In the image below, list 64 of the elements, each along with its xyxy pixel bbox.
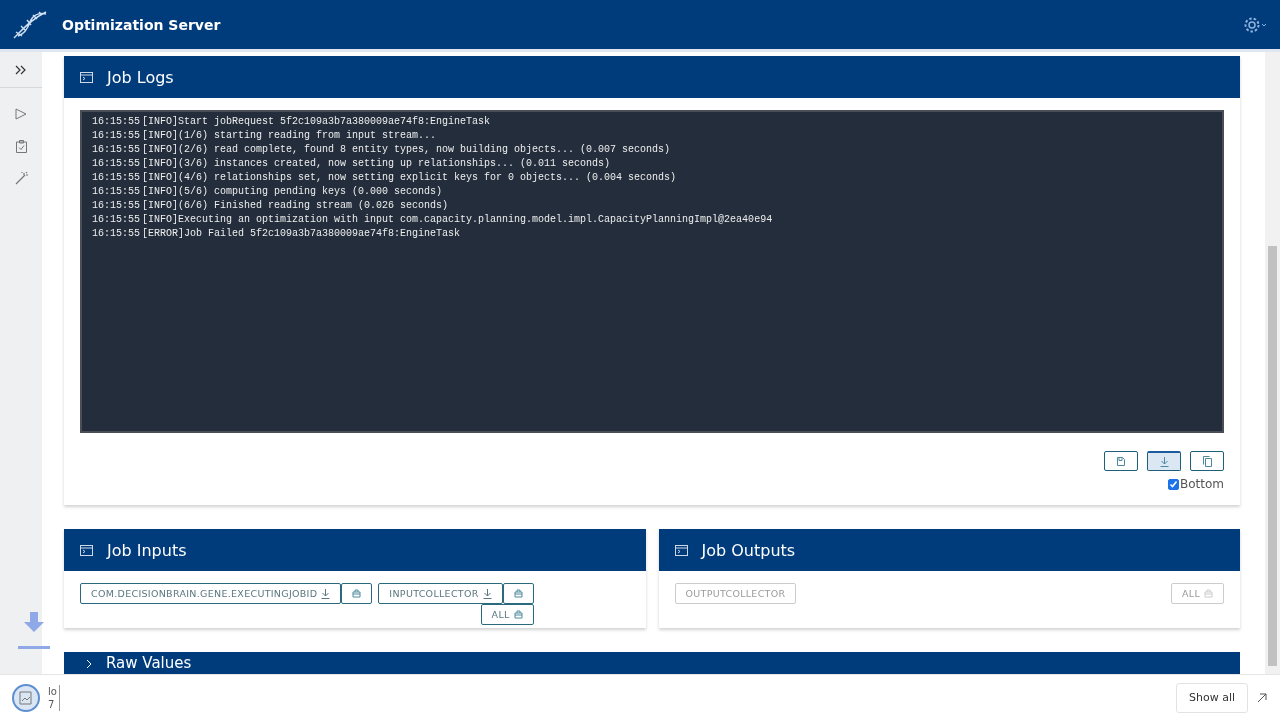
- log-message: Job Failed 5f2c109a3b7a380009ae74f8:EngineTask: [184, 227, 461, 241]
- app-title: Optimization Server: [62, 16, 221, 33]
- input-download-button[interactable]: INPUTCOLLECTOR: [378, 583, 503, 604]
- log-time: 16:15:55: [92, 185, 140, 199]
- chevron-icon: [86, 659, 92, 669]
- log-message: (6/6) Finished reading stream (0.026 seconds): [178, 199, 449, 213]
- download-icon: [18, 612, 50, 650]
- log-message: (3/6) instances created, now setting up relationships... (0.011 seconds): [178, 157, 611, 171]
- log-time: 16:15:55: [92, 227, 140, 241]
- log-message: (5/6) computing pending keys (0.000 seconds): [178, 185, 443, 199]
- log-time: 16:15:55: [92, 213, 140, 227]
- tray-icon: [513, 610, 523, 619]
- input-archive-button[interactable]: [502, 583, 534, 604]
- save-icon: [1117, 456, 1125, 466]
- log-time: 16:15:55: [92, 143, 140, 157]
- terminal-icon: [80, 544, 93, 556]
- file-icon[interactable]: [12, 683, 40, 712]
- log-level: [INFO]: [142, 213, 179, 227]
- copy-button[interactable]: [1190, 451, 1224, 471]
- log-message: (1/6) starting reading from input stream...: [178, 129, 437, 143]
- checkbox-label: Bottom: [1180, 477, 1224, 491]
- log-time: 16:15:55: [92, 129, 140, 143]
- checkbox[interactable]: [1168, 478, 1179, 490]
- download-icon: [1159, 456, 1169, 467]
- log-time: 16:15:55: [92, 115, 140, 129]
- card-title: Job Logs: [107, 67, 174, 87]
- logo-icon: [12, 9, 48, 40]
- input-download-button[interactable]: COM.DECISIONBRAIN.GENE.EXECUTINGJOBID: [80, 583, 342, 604]
- card-title: Job Inputs: [107, 540, 187, 560]
- copy-icon: [1202, 455, 1212, 467]
- tray-icon: [352, 589, 362, 598]
- input-archive-button[interactable]: [341, 583, 373, 604]
- download-icon: [321, 588, 331, 599]
- terminal-icon: [674, 544, 688, 556]
- raw-values-header[interactable]: Raw Values: [64, 652, 1240, 674]
- card-title: Job Outputs: [701, 540, 796, 560]
- terminal-icon: [80, 71, 93, 83]
- log-level: [INFO]: [142, 143, 179, 157]
- download-button[interactable]: [1147, 451, 1181, 471]
- log-time: 16:15:55: [92, 199, 140, 213]
- log-level: [INFO]: [142, 129, 179, 143]
- log-message: Executing an optimization with input com.capacity.planning.model.impl.CapacityPlanningImpl@2ea40e94: [178, 213, 773, 227]
- log-level: [INFO]: [142, 185, 179, 199]
- log-message: (2/6) read complete, found 8 entity types, now building objects... (0.007 seconds): [178, 143, 671, 157]
- log-time: 16:15:55: [92, 157, 140, 171]
- log-level: [INFO]: [142, 115, 179, 129]
- log-level: [INFO]: [142, 171, 179, 185]
- file-detail: 7: [48, 697, 56, 711]
- settings-icon[interactable]: [1244, 15, 1268, 34]
- download-all-button[interactable]: ALL: [480, 604, 534, 625]
- log-level: [INFO]: [142, 157, 179, 171]
- log-time: 16:15:55: [92, 171, 140, 185]
- card-title: Raw Values: [106, 653, 192, 673]
- log-message: (4/6) relationships set, now setting explicit keys for 0 objects... (0.004 seconds): [178, 171, 677, 185]
- log-level: [INFO]: [142, 199, 179, 213]
- file-name: lo: [48, 684, 58, 698]
- log-message: Start jobRequest 5f2c109a3b7a380009ae74f8:EngineTask: [178, 115, 491, 129]
- log-level: [ERROR]: [142, 227, 185, 241]
- tray-icon: [1204, 589, 1213, 598]
- save-button[interactable]: [1104, 451, 1138, 471]
- tray-icon: [513, 589, 523, 598]
- collapse-icon[interactable]: [1256, 691, 1268, 704]
- download-icon: [482, 588, 492, 599]
- show-all-button[interactable]: Show all: [1175, 682, 1248, 713]
